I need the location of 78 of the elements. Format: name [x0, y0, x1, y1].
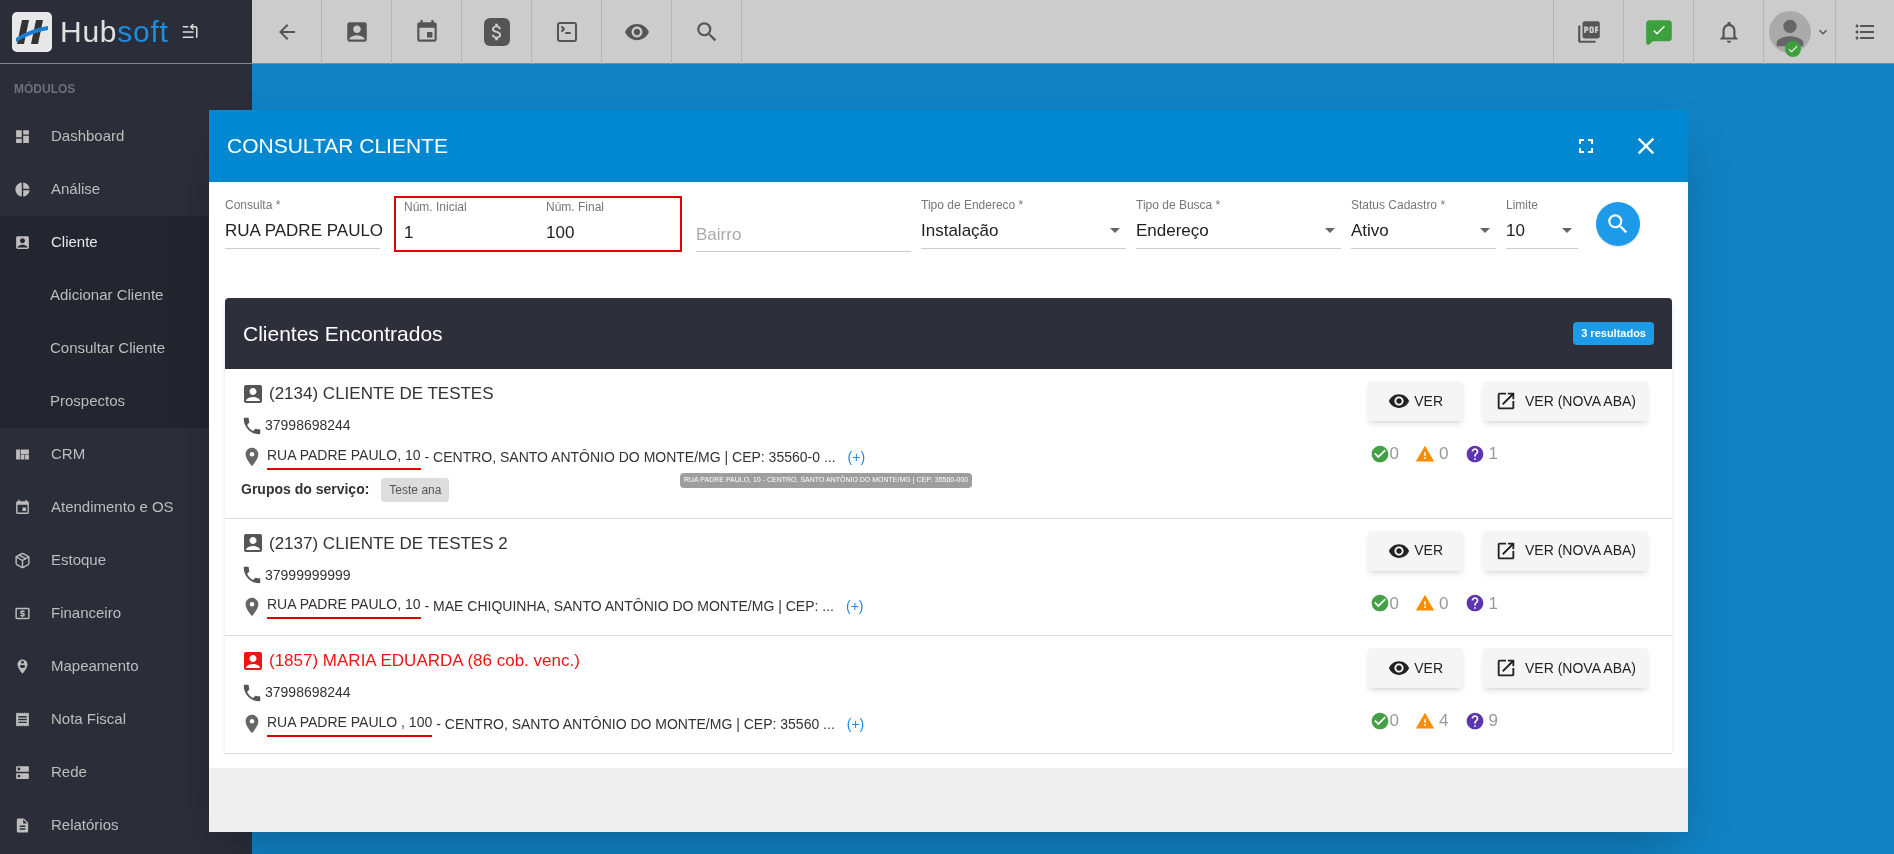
results-count: 3 resultados [1573, 322, 1654, 345]
ok-count: 0 [1389, 592, 1400, 615]
dialog-title: CONSULTAR CLIENTE [227, 133, 449, 160]
open-new-tab-button[interactable]: VER (NOVA ABA) [1483, 648, 1648, 688]
groups-label: Grupos do serviço: [241, 480, 370, 499]
ok-count: 0 [1389, 443, 1400, 465]
search-button[interactable] [1596, 202, 1640, 246]
address-text: - CENTRO, SANTO ANTÔNIO DO MONTE/MG | CEP: 35560 ... [436, 714, 835, 734]
dashboard-icon [14, 128, 31, 145]
help-icon [1464, 443, 1485, 464]
phone-number: 37998698244 [265, 416, 351, 435]
client-name: (1857) MARIA EDUARDA (86 cob. venc.) [269, 650, 580, 672]
contact-card-icon [14, 234, 31, 251]
more-link[interactable]: (+) [847, 446, 866, 468]
question-count: 9 [1488, 710, 1498, 732]
dropdown-icon [1562, 228, 1572, 234]
street-text: RUA PADRE PAULO, 10 [267, 594, 421, 619]
view-button[interactable]: VER [1368, 530, 1463, 571]
results-title: Clientes Encontrados [243, 320, 443, 347]
more-link[interactable]: (+) [845, 596, 864, 617]
query-field[interactable]: Consulta * RUA PADRE PAULO [225, 196, 380, 249]
select-field[interactable]: Status Cadastro * Ativo [1351, 196, 1496, 249]
sidebar-item[interactable]: CRM [0, 428, 252, 481]
dropdown-icon [1480, 228, 1490, 234]
dropdown-icon [1325, 228, 1335, 234]
group-tag: Teste ana [381, 477, 450, 502]
number-field[interactable]: Núm. Inicial 1 [404, 198, 530, 246]
pie-chart-icon [14, 181, 31, 198]
select-field[interactable]: Tipo de Endereco * Instalação [921, 196, 1126, 249]
more-link[interactable]: (+) [846, 713, 865, 735]
money-icon [14, 605, 31, 622]
pdf-icon [1575, 19, 1602, 45]
sidebar-item[interactable]: Mapeamento [0, 640, 252, 693]
sidebar-item[interactable]: Relatórios [0, 799, 252, 852]
open-new-tab-button[interactable]: VER (NOVA ABA) [1483, 381, 1648, 421]
help-icon [1464, 710, 1485, 731]
brand-name: Hubsoft [60, 14, 169, 50]
phone-number: 37998698244 [265, 683, 351, 702]
warning-count: 4 [1439, 710, 1449, 732]
warning-icon [1415, 593, 1436, 614]
client-name: (2134) CLIENTE DE TESTES [269, 383, 494, 405]
warning-count: 0 [1439, 443, 1449, 465]
number-field[interactable]: Núm. Final 100 [546, 198, 672, 246]
external-link-icon [1495, 657, 1517, 679]
client-name: (2137) CLIENTE DE TESTES 2 [269, 532, 508, 555]
ok-count: 0 [1389, 710, 1400, 732]
sidebar-item[interactable]: Rede [0, 746, 252, 799]
chat-check-icon [1644, 18, 1673, 46]
dropdown-icon [1110, 228, 1120, 234]
select-field[interactable]: Limite 10 [1506, 196, 1578, 249]
terminal-icon [554, 20, 579, 44]
package-icon [14, 552, 31, 569]
server-icon [14, 764, 31, 781]
sidebar-item[interactable]: Estoque [0, 534, 252, 587]
question-count: 1 [1488, 443, 1498, 465]
sidebar-item[interactable]: Nota Fiscal [0, 693, 252, 746]
phone-number: 37999999999 [265, 565, 351, 585]
view-button[interactable]: VER [1368, 648, 1463, 688]
question-count: 1 [1488, 592, 1498, 615]
select-field[interactable]: Tipo de Busca * Endereço [1136, 196, 1341, 249]
collapse-menu-icon[interactable] [180, 22, 199, 41]
document-icon [14, 817, 31, 834]
address-text: - CENTRO, SANTO ANTÔNIO DO MONTE/MG | CEP: 35560-0 ... [424, 447, 836, 467]
sidebar-item[interactable]: Financeiro [0, 587, 252, 640]
dollar-icon [483, 18, 510, 46]
warning-count: 0 [1439, 592, 1449, 615]
help-icon [1464, 593, 1485, 614]
address-text: - MAE CHIQUINHA, SANTO ANTÔNIO DO MONTE/MG | CEP: ... [424, 597, 834, 616]
view-button[interactable]: VER [1368, 381, 1463, 421]
logo-icon [12, 11, 52, 52]
receipt-icon [14, 711, 31, 728]
external-link-icon [1495, 390, 1517, 412]
street-text: RUA PADRE PAULO, 10 [267, 444, 421, 470]
open-new-tab-button[interactable]: VER (NOVA ABA) [1483, 530, 1648, 571]
phone-icon [241, 564, 263, 586]
calendar-icon [14, 499, 31, 516]
sidebar-heading: MÓDULOS [13, 80, 77, 98]
street-text: RUA PADRE PAULO , 100 [267, 711, 433, 737]
